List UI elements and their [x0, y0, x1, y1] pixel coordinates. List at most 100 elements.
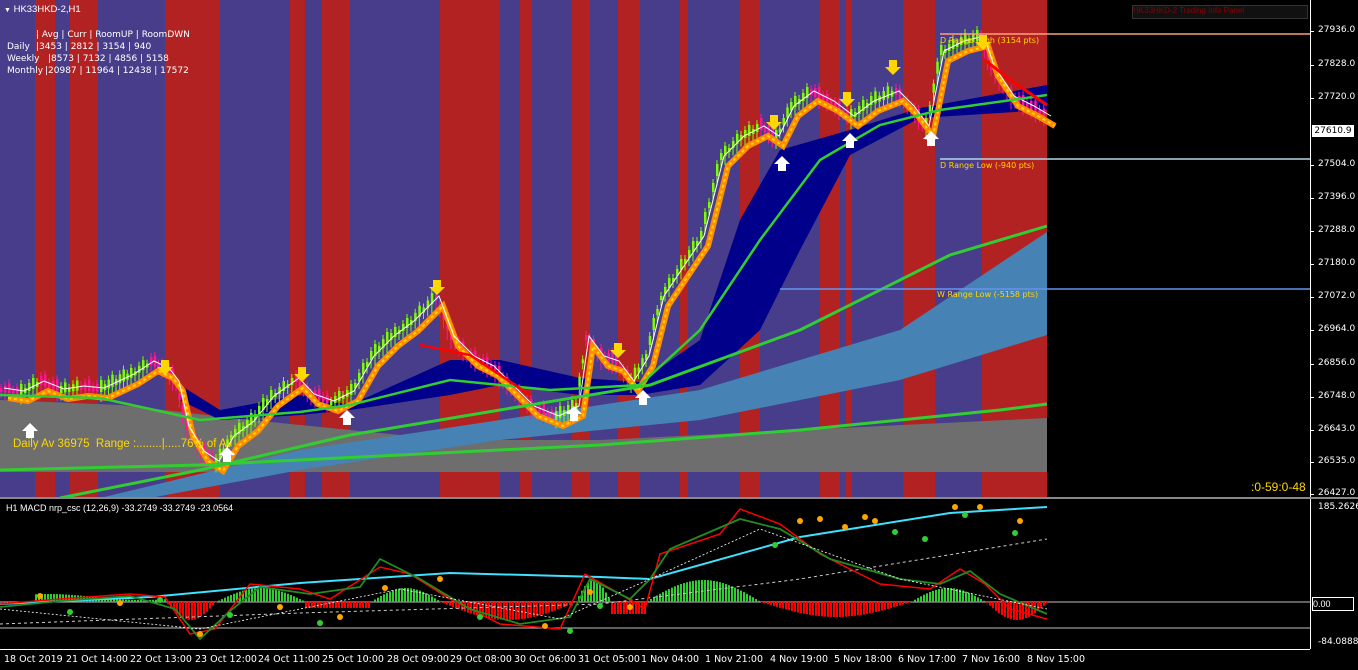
macd-bar — [974, 595, 976, 602]
candle-body — [20, 384, 23, 395]
macd-bar — [548, 602, 550, 613]
macd-bar — [611, 602, 613, 614]
macd-bar — [923, 594, 925, 602]
macd-bar — [806, 602, 808, 615]
time-axis-label: 23 Oct 12:00 — [195, 654, 257, 665]
macd-bar — [866, 602, 868, 614]
macd-bar — [227, 596, 229, 602]
candle-body — [744, 130, 747, 138]
d-range-high-label: D Range High (3154 pts) — [940, 36, 1040, 45]
price-axis-label: 27828.0 — [1318, 59, 1356, 69]
macd-bar — [689, 581, 691, 602]
candle-body — [712, 183, 715, 192]
macd-bar — [347, 602, 349, 608]
candle-body — [578, 376, 581, 387]
macd-bar — [197, 602, 199, 619]
macd-dot — [962, 512, 968, 518]
macd-bar — [380, 595, 382, 602]
macd-bar — [914, 599, 916, 602]
macd-bar — [653, 597, 655, 602]
macd-bar — [899, 602, 901, 606]
macd-dot — [1017, 518, 1023, 524]
macd-bar — [851, 602, 853, 617]
macd-bar — [875, 602, 877, 613]
time-axis-label: 29 Oct 08:00 — [450, 654, 512, 665]
main-price-chart[interactable] — [0, 0, 1310, 498]
candle-body — [538, 405, 541, 414]
macd-bar — [668, 589, 670, 602]
macd-bar — [389, 591, 391, 602]
macd-bar — [263, 588, 265, 602]
candle-body — [585, 335, 588, 340]
macd-indicator-panel[interactable] — [0, 499, 1310, 649]
price-axis-label: 26856.0 — [1318, 358, 1356, 368]
macd-axis[interactable] — [1310, 499, 1358, 649]
macd-bar — [932, 590, 934, 602]
macd-bar — [617, 602, 619, 614]
time-axis[interactable]: 18 Oct 2019 21 Oct 14:00 22 Oct 13:00 23 Oc… — [0, 649, 1310, 670]
macd-bar — [338, 602, 340, 608]
macd-bar — [554, 602, 556, 611]
macd-bar — [545, 602, 547, 614]
macd-dot — [772, 542, 778, 548]
session-zone — [290, 0, 305, 498]
macd-dot — [922, 536, 928, 542]
macd-bar — [896, 602, 898, 607]
macd-dot — [437, 576, 443, 582]
macd-bar — [848, 602, 850, 617]
macd-bar — [659, 593, 661, 602]
candle-body — [886, 86, 890, 99]
candle-body — [76, 380, 79, 391]
macd-bar — [164, 599, 166, 602]
macd-bar — [833, 602, 835, 617]
countdown-timer: :0-59:0-48 — [1251, 480, 1306, 494]
macd-bar — [698, 580, 700, 602]
macd-bar — [311, 602, 313, 608]
macd-bar — [893, 602, 895, 608]
macd-bar — [728, 585, 730, 602]
macd-bar — [845, 602, 847, 617]
price-axis-label: 26643.0 — [1318, 424, 1356, 434]
macd-bar — [620, 602, 622, 614]
macd-dot — [597, 603, 603, 609]
candle-body — [550, 410, 554, 419]
macd-bar — [221, 599, 223, 602]
macd-bar — [233, 593, 235, 602]
macd-bar — [530, 602, 532, 618]
macd-bar — [719, 582, 721, 602]
macd-axis-top: 185.2626 — [1318, 502, 1358, 512]
macd-bar — [332, 602, 334, 608]
macd-bar — [326, 602, 328, 608]
candle-body — [708, 202, 711, 208]
info-header: | Avg | Curr | RoomUP | RoomDWN — [36, 30, 190, 40]
candle-body — [56, 379, 59, 392]
price-axis-label: 27720.0 — [1318, 92, 1356, 102]
macd-bar — [452, 602, 454, 607]
macd-bar — [266, 588, 268, 602]
macd-bar — [905, 602, 907, 604]
macd-bar — [995, 602, 997, 611]
macd-bar — [908, 602, 910, 603]
dropdown-triangle-icon[interactable]: ▼ — [4, 7, 11, 14]
session-zone — [820, 0, 840, 498]
macd-bar — [287, 593, 289, 602]
macd-bar — [947, 588, 949, 602]
macd-bar — [680, 584, 682, 602]
macd-bar — [536, 602, 538, 617]
macd-bar — [449, 602, 451, 606]
macd-bar — [515, 602, 517, 620]
macd-dot — [197, 631, 203, 637]
macd-bar — [950, 588, 952, 602]
current-price-badge: 27610.9 — [1312, 125, 1354, 137]
macd-bar — [485, 602, 487, 618]
macd-bar — [368, 602, 370, 608]
macd-bar — [839, 602, 841, 617]
macd-bar — [542, 602, 544, 615]
time-axis-label: 24 Oct 11:00 — [258, 654, 320, 665]
macd-bar — [782, 602, 784, 609]
macd-bar — [182, 602, 184, 618]
macd-bar — [284, 592, 286, 602]
time-axis-label: 8 Nov 15:00 — [1027, 654, 1086, 665]
macd-bar — [686, 582, 688, 602]
time-axis-label: 22 Oct 13:00 — [130, 654, 192, 665]
